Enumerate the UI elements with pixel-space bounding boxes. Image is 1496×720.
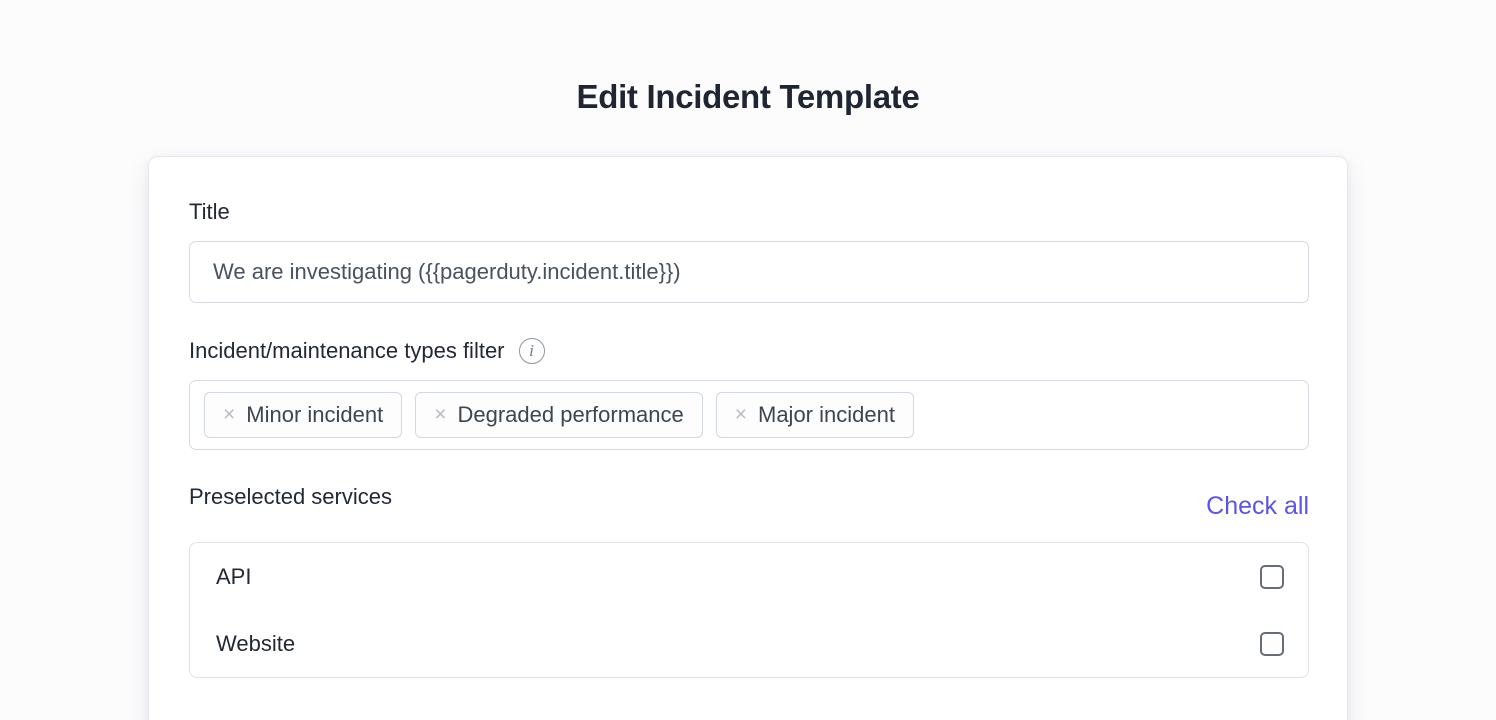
types-filter-label: Incident/maintenance types filter [189, 338, 505, 363]
remove-chip-icon[interactable]: × [434, 404, 446, 427]
types-filter-input[interactable]: × Minor incident × Degraded performance … [189, 380, 1309, 450]
tag-chip[interactable]: × Minor incident [204, 392, 403, 438]
chip-label: Degraded performance [457, 402, 684, 427]
title-input[interactable]: We are investigating ({{pagerduty.incide… [189, 241, 1309, 303]
info-icon[interactable]: i [518, 338, 545, 364]
remove-chip-icon[interactable]: × [735, 404, 747, 427]
edit-incident-template-card: Title We are investigating ({{pagerduty.… [148, 156, 1348, 720]
page-root: Edit Incident Template Title We are inve… [0, 0, 1496, 720]
preselected-services-list: API Website [189, 542, 1309, 678]
chip-label: Major incident [758, 402, 895, 427]
page-title: Edit Incident Template [576, 78, 920, 115]
service-name: Website [216, 630, 296, 656]
title-field-label: Title [189, 199, 230, 224]
remove-chip-icon[interactable]: × [223, 404, 235, 427]
service-checkbox[interactable] [1260, 564, 1284, 589]
service-name: API [216, 563, 252, 589]
preselected-services-label: Preselected services [189, 484, 392, 509]
types-filter-label-row: Incident/maintenance types filter i [189, 338, 1307, 364]
tag-chip[interactable]: × Major incident [715, 392, 914, 438]
list-item[interactable]: Website [190, 610, 1308, 677]
list-item[interactable]: API [190, 543, 1308, 610]
preselected-services-header: Preselected services Check all [189, 486, 1309, 526]
service-checkbox[interactable] [1260, 631, 1284, 656]
chip-label: Minor incident [246, 402, 384, 427]
check-all-link[interactable]: Check all [1206, 493, 1309, 519]
tag-chip[interactable]: × Degraded performance [415, 392, 703, 438]
